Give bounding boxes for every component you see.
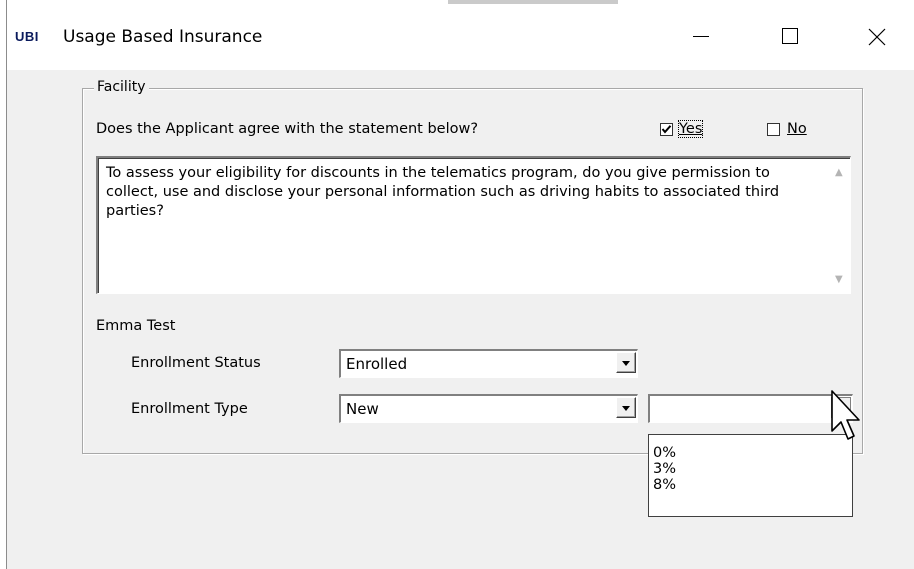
no-checkbox[interactable] [767, 123, 780, 136]
background-window-edge [448, 0, 618, 4]
enrollment-type-value: New [346, 400, 379, 418]
discount-option[interactable]: 0% [653, 445, 676, 461]
discount-select[interactable] [648, 394, 853, 423]
discount-option[interactable]: 3% [653, 461, 676, 477]
window-title: Usage Based Insurance [63, 27, 263, 47]
yes-label-text: Yes [679, 121, 703, 137]
scroll-down-icon[interactable]: ▼ [835, 274, 843, 285]
chevron-down-icon[interactable] [616, 352, 636, 373]
maximize-button[interactable] [759, 14, 819, 58]
minimize-button[interactable] [670, 14, 730, 58]
scroll-up-icon[interactable]: ▲ [835, 167, 843, 178]
enrollment-status-select[interactable]: Enrolled [339, 349, 638, 378]
title-bar[interactable]: UBI Usage Based Insurance [7, 0, 914, 70]
discount-option[interactable]: 8% [653, 477, 676, 493]
no-label-text: No [787, 121, 807, 137]
yes-checkbox[interactable] [660, 123, 673, 136]
statement-textarea[interactable]: To assess your eligibility for discounts… [96, 156, 851, 294]
no-checkbox-label[interactable]: No [787, 121, 807, 137]
yes-checkbox-label[interactable]: Yes [677, 120, 704, 138]
discount-dropdown-list[interactable]: 0% 3% 8% [648, 434, 853, 517]
close-icon [868, 28, 886, 46]
mouse-pointer-icon [831, 390, 860, 440]
applicant-name: Emma Test [96, 318, 176, 334]
chevron-down-icon[interactable] [616, 397, 636, 418]
facility-group-label: Facility [94, 79, 149, 95]
checkmark-icon [661, 125, 672, 134]
close-button[interactable] [853, 14, 913, 58]
enrollment-status-value: Enrolled [346, 355, 408, 373]
enrollment-status-label: Enrollment Status [131, 355, 261, 371]
app-logo: UBI [15, 29, 39, 44]
enrollment-type-select[interactable]: New [339, 394, 638, 423]
agreement-question: Does the Applicant agree with the statem… [96, 121, 479, 137]
statement-scrollbar[interactable]: ▲ ▼ [831, 158, 850, 293]
enrollment-type-label: Enrollment Type [131, 401, 248, 417]
statement-text: To assess your eligibility for discounts… [106, 165, 780, 219]
